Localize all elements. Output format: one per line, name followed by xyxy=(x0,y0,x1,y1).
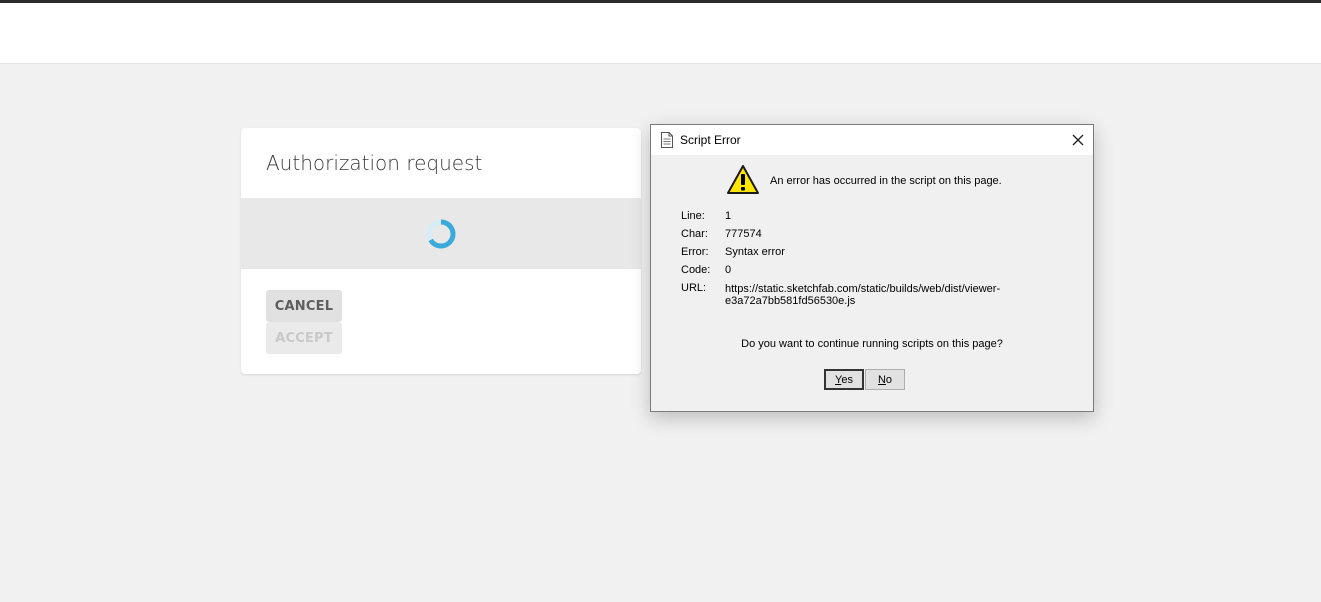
error-label: Error: xyxy=(681,246,709,258)
code-label: Code: xyxy=(681,264,711,276)
char-label: Char: xyxy=(681,228,708,240)
accept-button[interactable]: ACCEPT xyxy=(266,322,342,354)
continue-question: Do you want to continue running scripts … xyxy=(741,338,1003,350)
error-value: Syntax error xyxy=(725,246,785,258)
page-header xyxy=(0,3,1321,64)
url-label: URL: xyxy=(681,282,707,294)
loading-area xyxy=(241,198,641,269)
auth-title: Authorization request xyxy=(266,151,483,175)
warning-icon xyxy=(727,165,759,194)
dialog-titlebar: Script Error xyxy=(651,125,1093,155)
dialog-title: Script Error xyxy=(680,133,741,147)
char-value: 777574 xyxy=(725,228,762,240)
line-value: 1 xyxy=(725,210,732,222)
authorization-card: Authorization request CANCEL ACCEPT xyxy=(241,128,641,374)
close-icon xyxy=(1072,134,1084,146)
loading-spinner-icon xyxy=(426,219,456,249)
script-error-dialog: Script Error An error has occurred in th… xyxy=(650,124,1094,412)
no-mnemonic: N xyxy=(877,373,886,386)
close-button[interactable] xyxy=(1063,125,1093,155)
url-value: https://static.sketchfab.com/static/buil… xyxy=(725,283,1001,307)
yes-button[interactable]: Yes xyxy=(824,369,864,390)
error-message: An error has occurred in the script on t… xyxy=(770,175,1002,187)
yes-label-rest: es xyxy=(841,373,853,386)
line-label: Line: xyxy=(681,210,705,222)
no-button[interactable]: No xyxy=(865,369,905,390)
code-value: 0 xyxy=(725,264,732,276)
cancel-button[interactable]: CANCEL xyxy=(266,290,342,322)
document-icon xyxy=(661,132,673,148)
no-label-rest: o xyxy=(885,373,893,386)
